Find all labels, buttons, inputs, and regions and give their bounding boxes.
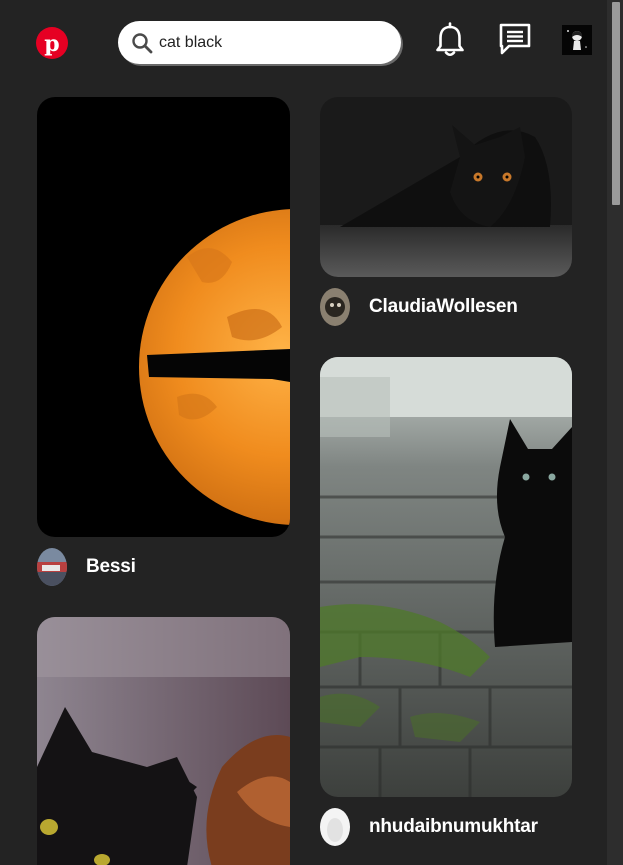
- pinterest-logo-icon: p: [37, 28, 67, 58]
- pin-image-cat-lying[interactable]: [320, 97, 572, 277]
- pin-author-kitten[interactable]: nhudaibnumukhtar: [320, 808, 538, 846]
- profile-avatar[interactable]: [562, 25, 592, 55]
- search-input[interactable]: [159, 33, 379, 52]
- search-bar[interactable]: [118, 21, 401, 64]
- author-name: ClaudiaWollesen: [369, 296, 518, 317]
- notifications-button[interactable]: [434, 22, 466, 58]
- pin-author-cat-lying[interactable]: ClaudiaWollesen: [320, 288, 518, 326]
- svg-text:p: p: [44, 31, 59, 57]
- pin-image-kitten[interactable]: [320, 357, 572, 797]
- avatar: [320, 808, 350, 846]
- pin-author-moon[interactable]: Bessi: [37, 548, 136, 586]
- avatar: [37, 548, 67, 586]
- bell-icon: [436, 22, 464, 57]
- page: p cat black Bessi ClaudiaWollesen nhudai…: [0, 0, 623, 865]
- avatar: [320, 288, 350, 326]
- pinterest-logo[interactable]: p: [36, 27, 68, 59]
- search-icon: [131, 32, 153, 54]
- author-name: nhudaibnumukhtar: [369, 816, 538, 837]
- message-icon: [499, 23, 531, 55]
- author-name: Bessi: [86, 556, 136, 577]
- profile-avatar-image: [562, 25, 592, 55]
- scrollbar-thumb[interactable]: [612, 2, 620, 205]
- pin-image-moon[interactable]: [37, 97, 290, 537]
- pin-image-cat-dog[interactable]: [37, 617, 290, 865]
- messages-button[interactable]: [497, 22, 533, 56]
